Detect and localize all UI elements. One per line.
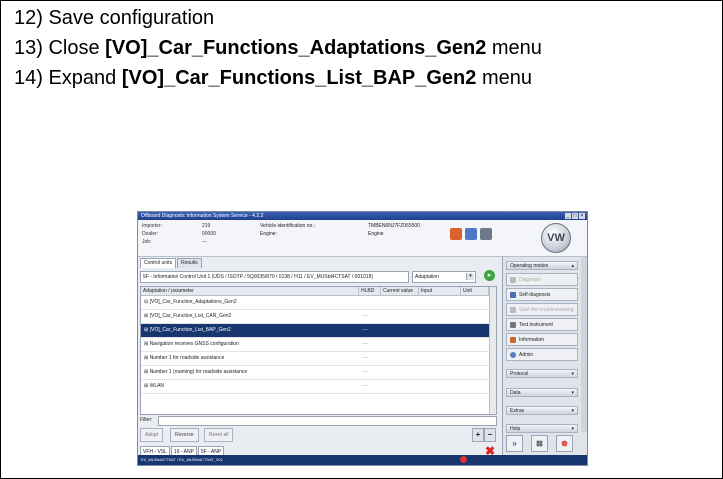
- window-controls: _ □ ×: [565, 213, 585, 219]
- troubleshooting-icon: [510, 307, 516, 313]
- side-panel: Operating modes ▴ Diagnosis Self-diagnosi…: [502, 257, 587, 455]
- tab-bar: Control units Results: [140, 258, 202, 268]
- vehicle-icons: [450, 228, 492, 240]
- plus-icon[interactable]: +: [472, 428, 484, 442]
- chevron-up-icon: ▴: [571, 263, 574, 269]
- protocol-header[interactable]: Protocol ▾: [506, 369, 578, 378]
- extras-header[interactable]: Extras ▾: [506, 406, 578, 415]
- mode-test-instrument[interactable]: Test instrument: [506, 318, 578, 331]
- function-mode-select[interactable]: Adaptation ▾: [412, 271, 476, 283]
- tab-control-units[interactable]: Control units: [140, 258, 177, 268]
- column-header-unit[interactable]: Unit: [461, 287, 489, 295]
- mode-diagnosis[interactable]: Diagnosis: [506, 273, 578, 286]
- operating-modes-header[interactable]: Operating modes ▴: [506, 261, 578, 270]
- action-button-row: Adopt Reverse Reset all + −: [140, 428, 496, 442]
- ecu-row: 5F - Information Control Unit 1 (UDS / I…: [140, 270, 500, 283]
- diagnosis-icon: [510, 277, 516, 283]
- minimize-icon[interactable]: _: [565, 213, 571, 219]
- table-row[interactable]: ⊟ [VO]_Car_Function_Adaptations_Gen2: [141, 296, 496, 310]
- table-row[interactable]: ⊞ Navigation receives GNSS configuration…: [141, 338, 496, 352]
- connection-icon[interactable]: [465, 228, 477, 240]
- table-row-selected[interactable]: ⊞ [VO]_Car_Function_List_BAP_Gen2 ----: [141, 324, 496, 338]
- table-scrollbar[interactable]: [489, 287, 496, 414]
- adaptation-table: Adaptation / parameter HLBD Current valu…: [140, 286, 497, 415]
- mode-self-diagnosis[interactable]: Self-diagnosis: [506, 288, 578, 301]
- status-bar: EV_MUStd4CTSAT / EV_MUStd4CTSAT_001: [138, 455, 587, 465]
- plug-icon[interactable]: [480, 228, 492, 240]
- instruction-list: 12) Save configuration 13) Close [VO]_Ca…: [14, 3, 542, 93]
- exit-icon[interactable]: ⊗: [556, 435, 573, 452]
- adopt-button[interactable]: Adopt: [140, 428, 164, 442]
- tab-results[interactable]: Results: [177, 258, 202, 268]
- filter-row: Filter:: [140, 416, 497, 426]
- reset-all-button[interactable]: Reset all: [204, 428, 234, 442]
- side-panel-scrollbar[interactable]: [581, 257, 587, 432]
- filter-label: Filter:: [140, 417, 153, 423]
- table-row[interactable]: ⊞ WLAN ----: [141, 380, 496, 394]
- close-icon[interactable]: ×: [579, 213, 585, 219]
- chevron-down-icon: ▾: [571, 408, 574, 414]
- instruction-step-14: 14) Expand [VO]_Car_Functions_List_BAP_G…: [14, 67, 532, 89]
- odis-screenshot: Offboard Diagnostic Information System S…: [137, 211, 588, 466]
- chevron-down-icon: ▾: [571, 371, 574, 377]
- side-action-buttons: » ⊠ ⊗: [506, 435, 573, 452]
- status-text: EV_MUStd4CTSAT / EV_MUStd4CTSAT_001: [141, 457, 223, 462]
- chevron-down-icon: ▾: [571, 426, 574, 432]
- help-header[interactable]: Help ▾: [506, 424, 578, 433]
- table-header: Adaptation / parameter HLBD Current valu…: [141, 287, 496, 296]
- chevron-down-icon[interactable]: ▾: [466, 273, 474, 280]
- table-row[interactable]: ⊞ [VO]_Car_Function_List_CAN_Gen2 ----: [141, 310, 496, 324]
- forward-icon[interactable]: »: [506, 435, 523, 452]
- main-panel: Control units Results 5F - Information C…: [138, 257, 502, 465]
- mode-admin[interactable]: Admin: [506, 348, 578, 361]
- slide-frame: 12) Save configuration 13) Close [VO]_Ca…: [0, 0, 723, 479]
- test-instrument-icon: [510, 322, 516, 328]
- filter-input[interactable]: [158, 416, 497, 426]
- app-title: Offboard Diagnostic Information System S…: [141, 213, 264, 219]
- table-row[interactable]: ⊞ Number 1 (roaming) for roadside assist…: [141, 366, 496, 380]
- app-titlebar: Offboard Diagnostic Information System S…: [138, 212, 587, 220]
- vehicle-info-bar: Importer: 219 Dealer: 00000 Job: --- Vehicl…: [138, 220, 587, 257]
- stop-icon[interactable]: [460, 456, 467, 463]
- column-header-parameter[interactable]: Adaptation / parameter: [141, 287, 359, 295]
- admin-icon: [510, 352, 516, 358]
- data-header[interactable]: Data ▾: [506, 388, 578, 397]
- go-button[interactable]: ▸: [484, 270, 495, 281]
- mode-information[interactable]: Information: [506, 333, 578, 346]
- close-window-icon[interactable]: ⊠: [531, 435, 548, 452]
- column-header-hlbd[interactable]: HLBD: [359, 287, 381, 295]
- vw-logo: VW: [541, 223, 571, 253]
- chevron-down-icon: ▾: [571, 390, 574, 396]
- table-row[interactable]: ⊞ Number 1 for roadside assistance ----: [141, 352, 496, 366]
- ecu-selector[interactable]: 5F - Information Control Unit 1 (UDS / I…: [140, 271, 409, 283]
- instruction-step-12: 12) Save configuration: [14, 7, 215, 29]
- instruction-step-13: 13) Close [VO]_Car_Functions_Adaptations…: [14, 37, 542, 59]
- self-diagnosis-icon: [510, 292, 516, 298]
- minus-icon[interactable]: −: [484, 428, 496, 442]
- column-header-input[interactable]: Input: [419, 287, 461, 295]
- mode-troubleshooting[interactable]: Start the troubleshooting: [506, 303, 578, 316]
- dealer-info: Importer: 219 Dealer: 00000 Job: ---: [142, 223, 216, 245]
- maximize-icon[interactable]: □: [572, 213, 578, 219]
- car-icon[interactable]: [450, 228, 462, 240]
- vehicle-info: Vehicle identification no.: TMBEN6NJ7FZ06…: [260, 223, 420, 237]
- reverse-button[interactable]: Reverse: [170, 428, 199, 442]
- column-header-current-value[interactable]: Current value: [381, 287, 419, 295]
- information-icon: [510, 337, 516, 343]
